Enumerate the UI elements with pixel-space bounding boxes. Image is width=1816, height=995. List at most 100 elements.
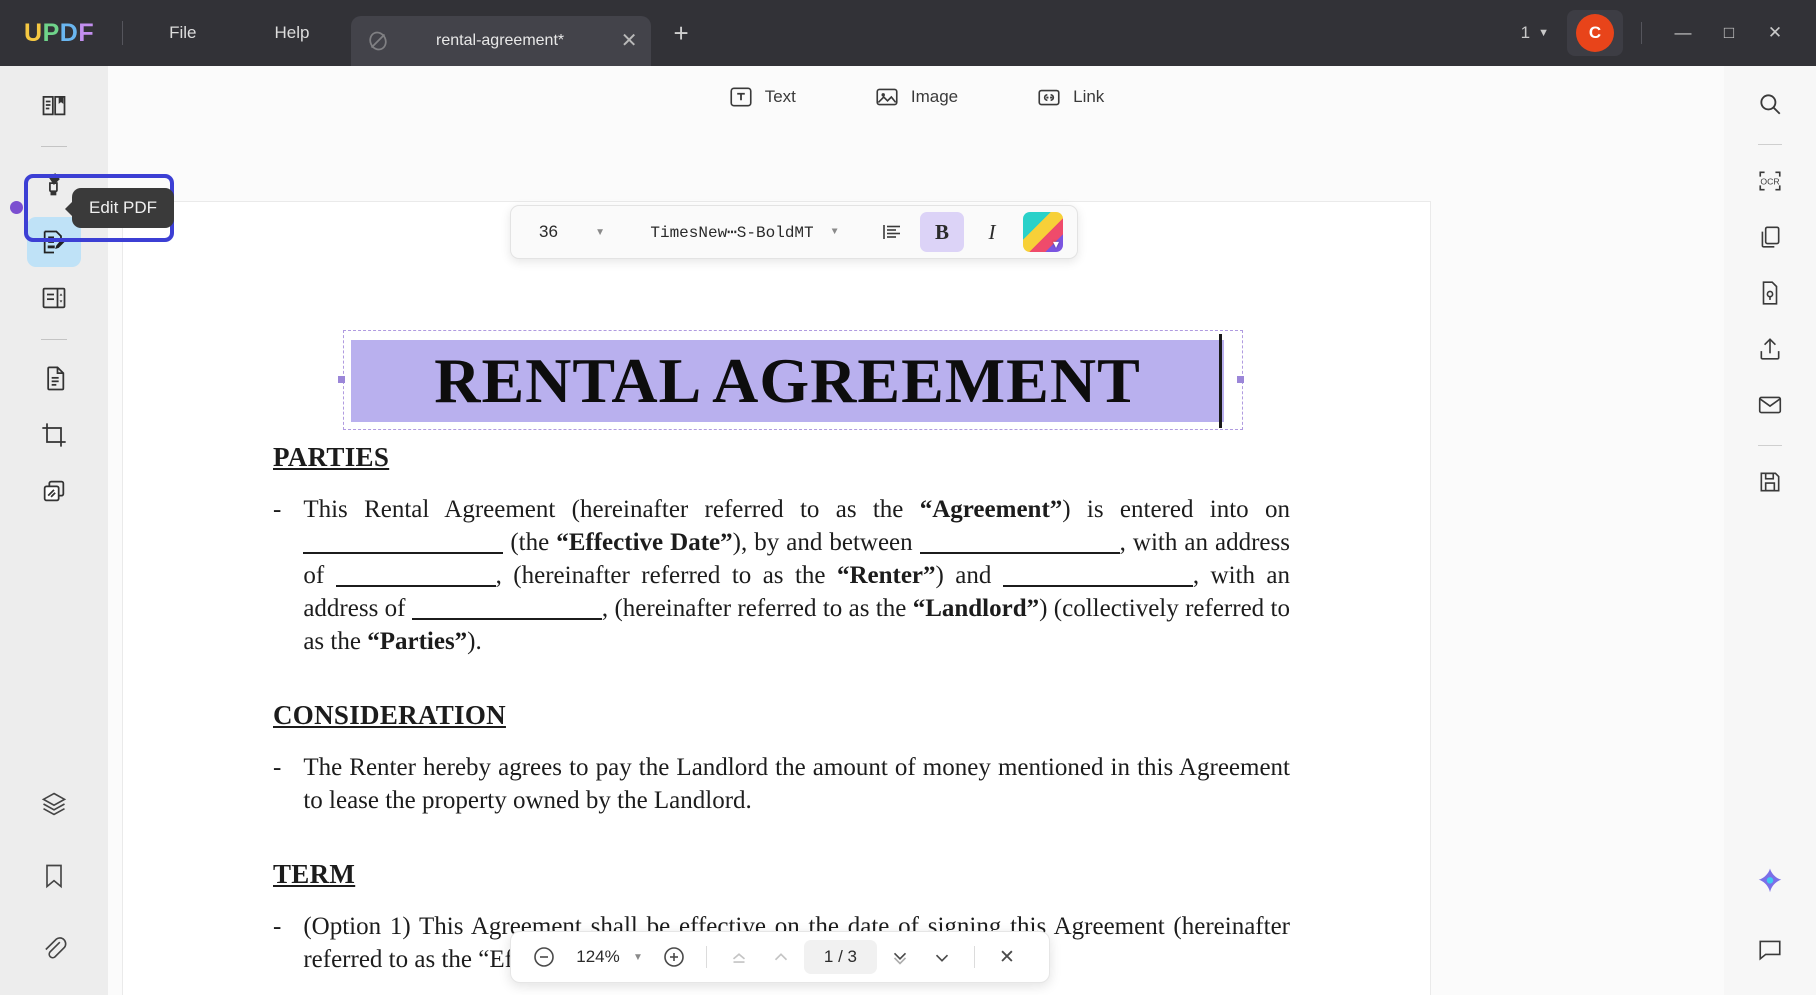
pdf-page[interactable]: RENTAL AGREEMENT PARTIES - This Rental A…	[123, 202, 1430, 995]
email-icon	[1757, 392, 1783, 418]
save-as-icon	[1757, 469, 1783, 495]
font-family-dropdown[interactable]: TimesNew⋯S-BoldMT ▼	[621, 222, 867, 242]
mode-image[interactable]: Image	[864, 78, 968, 116]
zoom-divider	[705, 946, 707, 968]
text-align-button[interactable]	[870, 212, 914, 252]
zoom-in-button[interactable]	[655, 938, 693, 976]
logo-letter-d: D	[59, 18, 79, 47]
paragraph-row: - This Rental Agreement (hereinafter ref…	[273, 493, 1290, 658]
sidebar-item-crop[interactable]	[27, 410, 81, 460]
sidebar-item-email[interactable]	[1745, 381, 1795, 429]
zoom-dropdown-chevron-down-icon[interactable]: ▼	[633, 952, 643, 963]
logo-letter-p: P	[42, 18, 60, 47]
ai-assistant-icon	[1755, 866, 1785, 896]
convert-pdf-icon	[40, 365, 68, 393]
logo-divider	[122, 21, 124, 45]
sidebar-item-duplicate[interactable]	[1745, 213, 1795, 261]
zoom-level-value[interactable]: 124%	[567, 947, 629, 967]
bullet-dash: -	[273, 913, 282, 940]
menu-help[interactable]: Help	[257, 15, 328, 51]
section-heading-parties: PARTIES	[273, 442, 390, 472]
bold-button[interactable]: B	[920, 212, 964, 252]
right-divider-2	[1758, 445, 1782, 446]
reader-icon	[40, 91, 68, 119]
zoom-out-button[interactable]	[525, 938, 563, 976]
sidebar-item-attachment[interactable]	[27, 923, 81, 973]
font-size-dropdown[interactable]: 36 ▼	[511, 222, 621, 242]
sidebar-item-layers[interactable]	[27, 779, 81, 829]
minimize-button[interactable]: —	[1660, 13, 1706, 53]
pdf-canvas-area[interactable]: RENTAL AGREEMENT PARTIES - This Rental A…	[108, 128, 1724, 995]
sidebar-item-search[interactable]	[1745, 80, 1795, 128]
bullet-dash: -	[273, 754, 282, 781]
protect-document-icon	[1757, 280, 1783, 306]
font-color-picker[interactable]	[1023, 212, 1063, 252]
italic-button[interactable]: I	[970, 212, 1014, 252]
document-tab-title: rental-agreement*	[436, 32, 565, 49]
edit-pdf-tooltip: Edit PDF	[64, 188, 175, 228]
font-family-value: TimesNew⋯S-BoldMT	[650, 224, 814, 242]
sidebar-item-ai-assistant[interactable]	[1745, 857, 1795, 905]
maximize-button[interactable]: □	[1706, 13, 1752, 53]
updf-logo: UPDF	[24, 19, 94, 48]
text-format-toolbar: 36 ▼ TimesNew⋯S-BoldMT ▼ B I ▾	[510, 205, 1078, 259]
sidebar-item-batch[interactable]	[27, 466, 81, 516]
close-zoom-bar-button[interactable]: ✕	[988, 938, 1026, 976]
logo-letter-u: U	[24, 18, 43, 47]
page-count-dropdown[interactable]: 1 ▼	[1521, 23, 1549, 43]
mode-image-label: Image	[910, 87, 959, 106]
next-page-button[interactable]	[881, 938, 919, 976]
sidebar-item-reader[interactable]	[27, 80, 81, 130]
mode-link[interactable]: Link	[1026, 78, 1114, 116]
updf-application-window: UPDF File Help rental-agreement* ✕ + 1 ▼…	[0, 0, 1816, 995]
sidebar-item-share[interactable]	[1745, 325, 1795, 373]
sidebar-item-page-tools[interactable]	[27, 273, 81, 323]
edit-pdf-icon	[40, 228, 68, 256]
highlight-anchor-dot	[10, 201, 23, 214]
sidebar-item-ocr[interactable]: OCR	[1745, 157, 1795, 205]
sidebar-item-bookmark[interactable]	[27, 851, 81, 901]
sidebar-divider-2	[41, 339, 67, 340]
attachment-icon	[40, 934, 68, 962]
paragraph-consideration: The Renter hereby agrees to pay the Land…	[303, 754, 1290, 814]
close-tab-icon[interactable]: ✕	[621, 31, 638, 51]
close-window-button[interactable]: ✕	[1752, 13, 1798, 53]
svg-text:OCR: OCR	[1760, 176, 1779, 186]
pdf-file-icon	[365, 28, 391, 54]
sidebar-item-protect[interactable]	[1745, 269, 1795, 317]
sidebar-item-convert-pdf[interactable]	[27, 354, 81, 404]
paragraph-parties: This Rental Agreement (hereinafter refer…	[303, 496, 1290, 655]
sidebar-item-chat[interactable]	[1745, 925, 1795, 973]
new-tab-button[interactable]: +	[673, 20, 688, 46]
comment-highlighter-icon	[40, 172, 68, 200]
sidebar-divider-1	[41, 146, 67, 147]
edit-mode-toolbar: Text Image Link	[108, 66, 1724, 128]
chat-comment-icon	[1757, 936, 1783, 962]
avatar: C	[1576, 14, 1614, 52]
batch-process-icon	[40, 477, 68, 505]
first-page-button[interactable]	[720, 938, 758, 976]
paragraph-row: - The Renter hereby agrees to pay the La…	[273, 751, 1290, 817]
right-divider-1	[1758, 144, 1782, 145]
text-icon	[728, 84, 754, 110]
main-content-area: Text Image Link RENTAL AGREEMENT PARTIES…	[108, 66, 1724, 995]
user-account-button[interactable]: C	[1567, 10, 1623, 56]
menu-file[interactable]: File	[151, 15, 214, 51]
document-tab[interactable]: rental-agreement* ✕	[351, 16, 652, 66]
copy-duplicate-icon	[1757, 224, 1783, 250]
font-size-value: 36	[539, 222, 558, 241]
page-indicator[interactable]: 1 / 3	[803, 940, 877, 974]
mode-text-label: Text	[764, 87, 796, 106]
resize-handle-right[interactable]	[1237, 376, 1244, 383]
layers-icon	[40, 790, 68, 818]
resize-handle-left[interactable]	[338, 376, 345, 383]
mode-text[interactable]: Text	[718, 78, 806, 116]
document-title-text[interactable]: RENTAL AGREEMENT	[351, 340, 1224, 422]
chevron-down-icon: ▼	[595, 226, 605, 238]
window-controls-divider	[1641, 22, 1642, 44]
align-left-icon	[880, 220, 904, 244]
sidebar-item-save-as[interactable]	[1745, 458, 1795, 506]
prev-page-button[interactable]	[762, 938, 800, 976]
last-page-button[interactable]	[923, 938, 961, 976]
chevron-down-icon: ▼	[1538, 27, 1549, 39]
